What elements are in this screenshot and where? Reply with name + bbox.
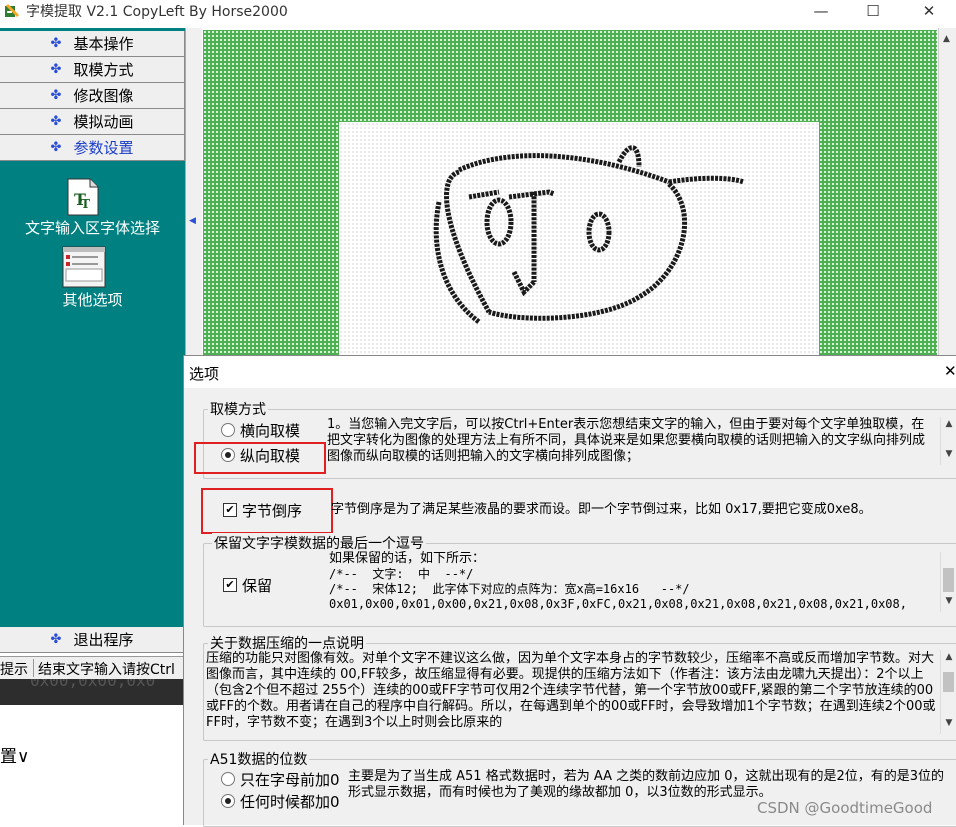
title-bar: 字模提取 V2.1 CopyLeft By Horse2000 — ☐ ✕ bbox=[0, 0, 956, 22]
compress-scrollbar[interactable]: ▲ ▼ bbox=[940, 650, 956, 734]
highlight-box bbox=[194, 442, 326, 474]
grid-vertical-scrollbar[interactable]: ▲ bbox=[938, 28, 956, 358]
code-preview-strip: 0x00,0x00,0x0 bbox=[0, 679, 188, 705]
settings-dropdown[interactable]: 置∨ bbox=[0, 742, 29, 767]
menu-item-mode[interactable]: ✤ 取模方式 bbox=[0, 57, 185, 83]
dialog-title: 选项 bbox=[189, 365, 220, 383]
status-bar: 提示 结束文字输入请按Ctrl bbox=[0, 656, 190, 679]
diamond-bullet-icon: ✤ bbox=[50, 140, 62, 155]
radio-letter-only-label[interactable]: 只在字母前加0 bbox=[240, 769, 340, 790]
scroll-down-icon[interactable]: ▼ bbox=[941, 596, 956, 610]
mode-description: 1。当您输入完文字后，可以按Ctrl+Enter表示您想结束文字的输入，但由于要… bbox=[327, 417, 926, 464]
app-icon bbox=[5, 4, 19, 17]
menu-item-label: 修改图像 bbox=[73, 87, 134, 105]
scroll-up-icon[interactable]: ▲ bbox=[941, 652, 956, 666]
window-title: 字模提取 V2.1 CopyLeft By Horse2000 bbox=[26, 4, 288, 20]
menu-item-label: 基本操作 bbox=[73, 35, 134, 53]
glyph-drawing-area[interactable] bbox=[339, 122, 819, 362]
tool-other-options[interactable]: 其他选项 bbox=[0, 289, 185, 310]
diamond-bullet-icon: ✤ bbox=[50, 632, 62, 647]
menu-item-label: 退出程序 bbox=[73, 631, 134, 649]
mode-group-legend: 取模方式 bbox=[208, 399, 268, 419]
status-hint: 提示 bbox=[0, 662, 28, 678]
close-button[interactable]: ✕ bbox=[904, 0, 954, 22]
menu-item-settings[interactable]: ✤ 参数设置 bbox=[0, 135, 185, 161]
radio-horizontal[interactable] bbox=[221, 423, 235, 437]
highlight-box bbox=[201, 488, 333, 534]
svg-text:T: T bbox=[81, 197, 90, 211]
compress-group-legend: 关于数据压缩的一点说明 bbox=[208, 633, 366, 653]
status-message: 结束文字输入请按Ctrl bbox=[38, 662, 175, 678]
left-panel: ✤ 基本操作 ✤ 取模方式 ✤ 修改图像 ✤ 模拟动画 ✤ 参数设置 T T 文… bbox=[0, 28, 185, 653]
status-divider bbox=[33, 659, 34, 677]
diamond-bullet-icon: ✤ bbox=[50, 88, 62, 103]
scroll-up-icon[interactable]: ▲ bbox=[941, 419, 956, 433]
keep-comma-label[interactable]: 保留 bbox=[242, 575, 272, 596]
options-window-icon[interactable] bbox=[62, 246, 106, 288]
radio-horizontal-label[interactable]: 横向取模 bbox=[240, 420, 300, 441]
options-dialog: 选项 ✕ 取模方式 横向取模 纵向取模 1。当您输入完文字后，可以按Ctrl+E… bbox=[183, 355, 956, 827]
scroll-up-icon[interactable]: ▲ bbox=[943, 34, 950, 44]
font-file-icon[interactable]: T T bbox=[66, 178, 100, 216]
radio-always[interactable] bbox=[221, 794, 235, 808]
byte-reverse-description: 字节倒序是为了满足某些液晶的要求而设。即一个字节倒过来，比如 0x17,要把它变… bbox=[331, 502, 872, 517]
radio-always-label[interactable]: 任何时候都加0 bbox=[240, 791, 340, 812]
dialog-header: 选项 ✕ bbox=[184, 356, 956, 388]
mode-description-scrollbar[interactable]: ▲ ▼ bbox=[940, 417, 956, 465]
radio-letter-only[interactable] bbox=[221, 772, 235, 786]
diamond-bullet-icon: ✤ bbox=[50, 62, 62, 77]
dialog-close-button[interactable]: ✕ bbox=[944, 362, 956, 380]
menu-item-label: 参数设置 bbox=[73, 139, 134, 157]
comma-example-line: 如果保留的话，如下所示： bbox=[329, 551, 486, 566]
maximize-button[interactable]: ☐ bbox=[848, 0, 898, 22]
comma-group-legend: 保留文字字模数据的最后一个逗号 bbox=[212, 533, 426, 553]
comma-example-line: /*-- 文字: 中 --*/ bbox=[329, 567, 474, 581]
comma-example: 如果保留的话，如下所示： /*-- 文字: 中 --*/ /*-- 宋体12; … bbox=[329, 551, 939, 613]
menu-item-label: 模拟动画 bbox=[73, 113, 134, 131]
a51-group-legend: A51数据的位数 bbox=[208, 749, 310, 769]
diamond-bullet-icon: ✤ bbox=[50, 36, 62, 51]
comma-example-line: 0x01,0x00,0x01,0x00,0x21,0x08,0x3F,0xFC,… bbox=[329, 597, 907, 611]
diamond-bullet-icon: ✤ bbox=[50, 114, 62, 129]
keep-comma-checkbox[interactable]: ✔ bbox=[223, 578, 237, 592]
scroll-thumb[interactable] bbox=[943, 568, 954, 592]
menu-item-label: 取模方式 bbox=[73, 61, 134, 79]
comma-example-scrollbar[interactable]: ▼ bbox=[940, 552, 956, 612]
collapse-arrow-icon[interactable]: ◀ bbox=[189, 216, 196, 226]
menu-item-exit[interactable]: ✤ 退出程序 bbox=[0, 627, 185, 653]
compress-description: 压缩的功能只对图像有效。对单个文字不建议这么做，因为单个文字本身占的字节数较少，… bbox=[206, 651, 936, 730]
menu-item-edit-image[interactable]: ✤ 修改图像 bbox=[0, 83, 185, 109]
minimize-button[interactable]: — bbox=[796, 0, 846, 22]
tool-font-select[interactable]: 文字输入区字体选择 bbox=[0, 217, 185, 238]
comma-example-line: /*-- 宋体12; 此字体下对应的点阵为：宽x高=16x16 --*/ bbox=[329, 582, 690, 596]
menu-item-animation[interactable]: ✤ 模拟动画 bbox=[0, 109, 185, 135]
panel-splitter[interactable]: ◀ bbox=[185, 28, 202, 358]
scroll-thumb[interactable] bbox=[943, 672, 954, 692]
scroll-down-icon[interactable]: ▼ bbox=[941, 449, 956, 463]
menu-item-basic-ops[interactable]: ✤ 基本操作 bbox=[0, 31, 185, 57]
code-preview-text: 0x00,0x00,0x0 bbox=[30, 679, 156, 690]
glyph-drawing bbox=[433, 145, 745, 324]
scroll-down-icon[interactable]: ▼ bbox=[941, 718, 956, 732]
watermark: CSDN @GoodtimeGood bbox=[757, 799, 933, 817]
